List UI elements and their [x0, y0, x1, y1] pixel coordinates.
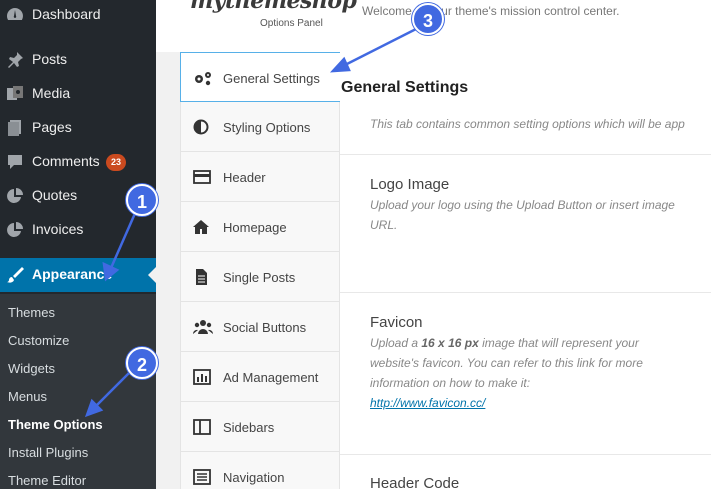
- submenu-item-menus[interactable]: Menus: [8, 389, 47, 404]
- sidebar-item-pages[interactable]: Pages: [0, 111, 156, 145]
- submenu-item-widgets[interactable]: Widgets: [8, 361, 55, 376]
- tab-navigation[interactable]: Navigation: [181, 452, 341, 489]
- favicon-size: 16 x 16 px: [421, 336, 479, 350]
- mythemeshop-logo: mythemeshop Options Panel: [180, 0, 357, 52]
- pages-icon: [6, 119, 24, 137]
- sidebar-item-label: Comments: [32, 153, 100, 169]
- home-icon: [193, 219, 211, 235]
- screen: Dashboard Posts Media Pages Comments 23 …: [0, 0, 711, 489]
- pin-icon: [6, 51, 24, 69]
- chart-icon: [193, 369, 211, 385]
- sidebar-item-label: Pages: [32, 119, 72, 135]
- tab-styling-options[interactable]: Styling Options: [181, 102, 341, 152]
- tab-homepage[interactable]: Homepage: [181, 202, 341, 252]
- appearance-submenu: Themes Customize Widgets Menus Theme Opt…: [0, 294, 156, 489]
- sidebar-item-label: Posts: [32, 51, 68, 67]
- sidebar-item-label: Invoices: [32, 221, 84, 237]
- options-tabs: General Settings Styling Options Header …: [180, 52, 341, 489]
- contrast-icon: [193, 119, 211, 135]
- logo-image-title: Logo Image: [370, 176, 450, 193]
- comment-icon: [6, 153, 24, 171]
- sidebar-item-label: Quotes: [32, 187, 78, 203]
- media-icon: [6, 85, 24, 103]
- callout-badge-1: 1: [126, 184, 158, 216]
- tab-label: Navigation: [223, 470, 285, 485]
- submenu-item-themes[interactable]: Themes: [8, 305, 55, 320]
- tab-label: Sidebars: [223, 420, 275, 435]
- sidebar-item-appearance[interactable]: Appearance: [0, 258, 156, 292]
- logo-subtitle: Options Panel: [260, 18, 323, 29]
- tab-label: Social Buttons: [223, 320, 307, 335]
- submenu-item-install-plugins[interactable]: Install Plugins: [8, 445, 88, 460]
- tab-label: General Settings: [223, 71, 320, 86]
- favicon-title: Favicon: [370, 314, 423, 331]
- tab-ad-management[interactable]: Ad Management: [181, 352, 341, 402]
- tab-header[interactable]: Header: [181, 152, 341, 202]
- tab-general-settings[interactable]: General Settings: [180, 52, 341, 102]
- divider: [340, 292, 711, 293]
- tab-single-posts[interactable]: Single Posts: [181, 252, 341, 302]
- document-icon: [193, 269, 211, 285]
- callout-badge-3: 3: [412, 3, 444, 35]
- divider: [340, 454, 711, 455]
- dashboard-icon: [6, 6, 24, 24]
- callout-badge-2: 2: [126, 347, 158, 379]
- tab-label: Ad Management: [223, 370, 319, 385]
- active-indicator: [148, 267, 156, 283]
- pie-icon: [6, 221, 24, 239]
- sidebar-item-posts[interactable]: Posts: [0, 43, 156, 77]
- tab-label: Homepage: [223, 220, 287, 235]
- sidebar-item-invoices[interactable]: Invoices: [0, 213, 156, 247]
- comment-count-badge: 23: [106, 154, 127, 171]
- admin-sidebar: Dashboard Posts Media Pages Comments 23 …: [0, 0, 156, 489]
- tab-description: This tab contains common setting options…: [370, 117, 685, 131]
- tab-label: Single Posts: [223, 270, 296, 285]
- tab-label: Header: [223, 170, 266, 185]
- brush-icon: [6, 266, 24, 284]
- header-code-title: Header Code: [370, 475, 460, 489]
- favicon-description: Upload a 16 x 16 px image that will repr…: [370, 333, 680, 413]
- logo-image-description: Upload your logo using the Upload Button…: [370, 198, 675, 232]
- columns-icon: [193, 419, 211, 435]
- tab-label: Styling Options: [223, 120, 311, 135]
- sidebar-item-dashboard[interactable]: Dashboard: [0, 0, 156, 32]
- logo-text: mythemeshop: [190, 0, 357, 14]
- divider: [340, 154, 711, 155]
- page-title: General Settings: [341, 79, 469, 96]
- users-icon: [192, 319, 214, 335]
- favicon-link[interactable]: http://www.favicon.cc/: [370, 396, 485, 410]
- tab-sidebars[interactable]: Sidebars: [181, 402, 341, 452]
- pie-icon: [6, 187, 24, 205]
- sidebar-item-label: Appearance: [32, 266, 113, 282]
- submenu-item-theme-editor[interactable]: Theme Editor: [8, 473, 86, 488]
- welcome-text: Welcome to your theme's mission control …: [362, 4, 620, 18]
- gears-icon: [193, 70, 211, 86]
- header-icon: [193, 169, 211, 185]
- sidebar-item-comments[interactable]: Comments 23: [0, 145, 156, 179]
- sidebar-item-label: Dashboard: [32, 6, 101, 22]
- settings-content: General Settings This tab contains commo…: [340, 52, 711, 489]
- sidebar-item-media[interactable]: Media: [0, 77, 156, 111]
- favicon-desc-text: Upload a: [370, 336, 422, 350]
- tab-social-buttons[interactable]: Social Buttons: [181, 302, 341, 352]
- list-icon: [193, 469, 211, 485]
- submenu-item-customize[interactable]: Customize: [8, 333, 69, 348]
- submenu-item-theme-options[interactable]: Theme Options: [8, 417, 103, 432]
- sidebar-item-label: Media: [32, 85, 71, 101]
